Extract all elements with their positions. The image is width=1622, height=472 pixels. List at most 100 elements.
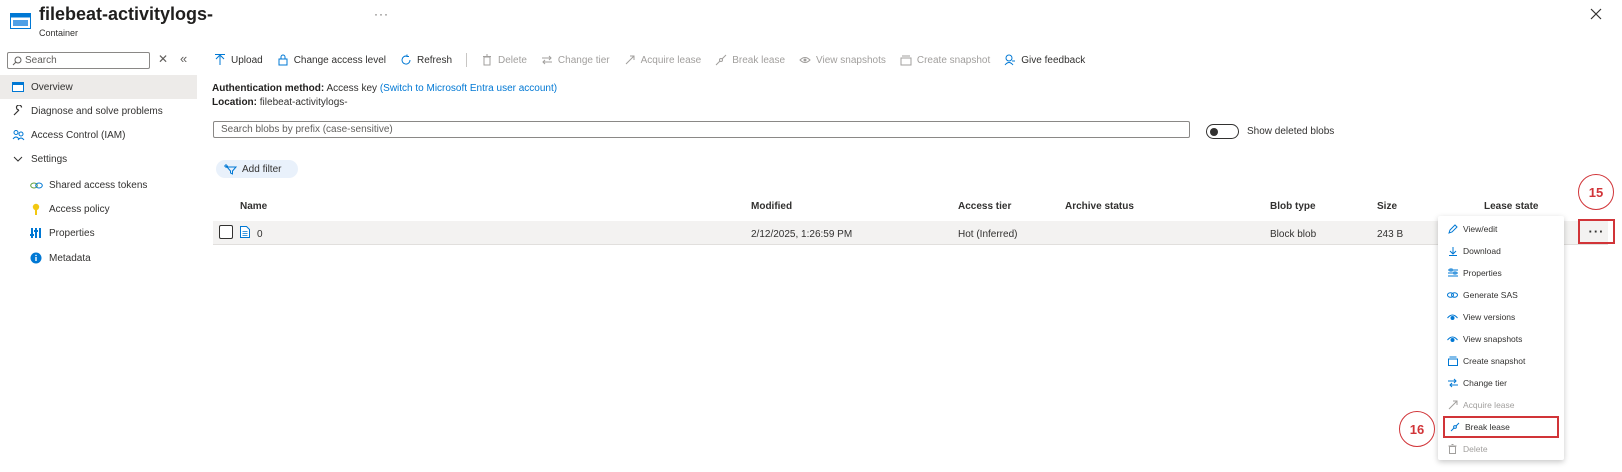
location: Location: filebeat-activitylogs-	[212, 97, 348, 108]
chevron-down-icon	[11, 152, 25, 166]
properties-icon	[1447, 268, 1458, 279]
page-title: filebeat-activitylogs-	[39, 4, 214, 24]
column-header-archive-status[interactable]: Archive status	[1065, 201, 1134, 212]
sidebar-item-overview[interactable]: Overview	[0, 75, 197, 99]
cell-size: 243 B	[1377, 229, 1404, 240]
trash-icon	[481, 54, 493, 66]
people-icon	[11, 128, 25, 142]
sidebar-item-label: Overview	[31, 81, 73, 93]
row-checkbox[interactable]	[219, 225, 233, 239]
sidebar-item-label: Access Control (IAM)	[31, 129, 126, 141]
menu-item-delete[interactable]: Delete	[1443, 438, 1559, 460]
sidebar-item-shared-access-tokens[interactable]: Shared access tokens	[29, 173, 147, 197]
view-snapshots-button[interactable]: View snapshots	[799, 54, 886, 66]
give-feedback-button[interactable]: Give feedback	[1004, 54, 1085, 66]
step-badge-15: 15	[1578, 174, 1614, 210]
lease-icon	[1447, 400, 1458, 411]
change-tier-button[interactable]: Change tier	[541, 54, 610, 66]
cell-modified: 2/12/2025, 1:26:59 PM	[751, 229, 853, 240]
search-icon	[12, 56, 22, 65]
container-icon	[11, 80, 25, 94]
close-icon[interactable]	[1588, 6, 1604, 22]
sidebar-item-access-policy[interactable]: Access policy	[29, 197, 110, 221]
properties-icon	[29, 226, 43, 240]
blob-name-link[interactable]: 0	[257, 229, 263, 240]
lease-icon	[624, 54, 636, 66]
page-subtitle: Container	[39, 28, 79, 38]
sidebar-item-metadata[interactable]: Metadata	[29, 246, 91, 270]
info-icon	[29, 251, 43, 265]
acquire-lease-button[interactable]: Acquire lease	[624, 54, 702, 66]
show-deleted-label: Show deleted blobs	[1247, 126, 1335, 137]
menu-item-view-versions[interactable]: View versions	[1443, 306, 1559, 328]
break-lease-button[interactable]: Break lease	[715, 54, 785, 66]
column-header-name[interactable]: Name	[240, 201, 267, 212]
delete-button[interactable]: Delete	[481, 54, 527, 66]
eye-icon	[1447, 312, 1458, 323]
download-icon	[1447, 246, 1458, 257]
menu-item-change-tier[interactable]: Change tier	[1443, 372, 1559, 394]
blob-context-menu: View/edit Download Properties Generate S…	[1438, 216, 1564, 460]
sidebar-item-properties[interactable]: Properties	[29, 221, 95, 245]
clear-search-button[interactable]: ✕	[158, 52, 168, 66]
authentication-method: Authentication method: Access key (Switc…	[212, 83, 557, 94]
column-header-lease-state[interactable]: Lease state	[1484, 201, 1538, 212]
cell-blob-type: Block blob	[1270, 229, 1317, 240]
change-access-level-button[interactable]: Change access level	[277, 54, 386, 66]
column-header-modified[interactable]: Modified	[751, 201, 792, 212]
view-snapshots-label: View snapshots	[816, 54, 886, 66]
add-filter-label: Add filter	[242, 163, 282, 175]
toolbar-divider	[466, 53, 467, 67]
key-icon	[29, 202, 43, 216]
switch-auth-link[interactable]: (Switch to Microsoft Entra user account)	[380, 83, 557, 94]
more-actions-button[interactable]: ···	[374, 7, 389, 21]
menu-item-acquire-lease[interactable]: Acquire lease	[1443, 394, 1559, 416]
sidebar-item-settings[interactable]: Settings	[11, 147, 67, 171]
change-tier-label: Change tier	[557, 54, 610, 66]
sidebar-item-label: Access policy	[49, 203, 110, 215]
menu-item-label: View/edit	[1463, 224, 1498, 234]
container-icon	[10, 13, 31, 29]
swap-icon	[1447, 378, 1458, 389]
column-header-size[interactable]: Size	[1377, 201, 1397, 212]
row-more-button[interactable]: ···	[1578, 219, 1615, 244]
refresh-label: Refresh	[416, 54, 452, 66]
show-deleted-toggle[interactable]	[1206, 124, 1239, 139]
menu-item-label: Create snapshot	[1463, 356, 1526, 366]
create-snapshot-label: Create snapshot	[916, 54, 991, 66]
create-snapshot-button[interactable]: Create snapshot	[900, 54, 990, 66]
blob-search-input[interactable]: Search blobs by prefix (case-sensitive)	[213, 121, 1190, 138]
menu-item-download[interactable]: Download	[1443, 240, 1559, 262]
column-header-access-tier[interactable]: Access tier	[958, 201, 1011, 212]
acquire-lease-label: Acquire lease	[640, 54, 702, 66]
sidebar-search-placeholder: Search	[25, 55, 57, 66]
sidebar-item-iam[interactable]: Access Control (IAM)	[11, 123, 125, 147]
sidebar-search-input[interactable]: Search	[7, 52, 150, 69]
eye-icon	[799, 54, 811, 66]
link-icon	[29, 178, 43, 192]
menu-item-label: Acquire lease	[1463, 400, 1515, 410]
eye-icon	[1447, 334, 1458, 345]
lock-icon	[277, 54, 289, 66]
upload-icon	[214, 54, 226, 66]
column-header-blob-type[interactable]: Blob type	[1270, 201, 1316, 212]
break-lease-icon	[1449, 422, 1460, 433]
menu-item-create-snapshot[interactable]: Create snapshot	[1443, 350, 1559, 372]
menu-item-properties[interactable]: Properties	[1443, 262, 1559, 284]
menu-item-break-lease[interactable]: Break lease	[1443, 416, 1559, 438]
upload-button[interactable]: Upload	[214, 54, 263, 66]
menu-item-label: Break lease	[1465, 422, 1510, 432]
menu-item-view-edit[interactable]: View/edit	[1443, 218, 1559, 240]
sidebar-item-label: Diagnose and solve problems	[31, 105, 163, 117]
menu-item-generate-sas[interactable]: Generate SAS	[1443, 284, 1559, 306]
menu-item-view-snapshots[interactable]: View snapshots	[1443, 328, 1559, 350]
collapse-sidebar-button[interactable]: «	[180, 51, 187, 66]
auth-label: Authentication method:	[212, 83, 325, 94]
toggle-knob	[1210, 128, 1218, 136]
sidebar-item-diagnose[interactable]: Diagnose and solve problems	[11, 99, 163, 123]
change-access-label: Change access level	[293, 54, 386, 66]
refresh-button[interactable]: Refresh	[400, 54, 452, 66]
add-filter-button[interactable]: Add filter	[216, 160, 298, 178]
sidebar-item-label: Settings	[31, 153, 68, 165]
swap-icon	[541, 54, 553, 66]
